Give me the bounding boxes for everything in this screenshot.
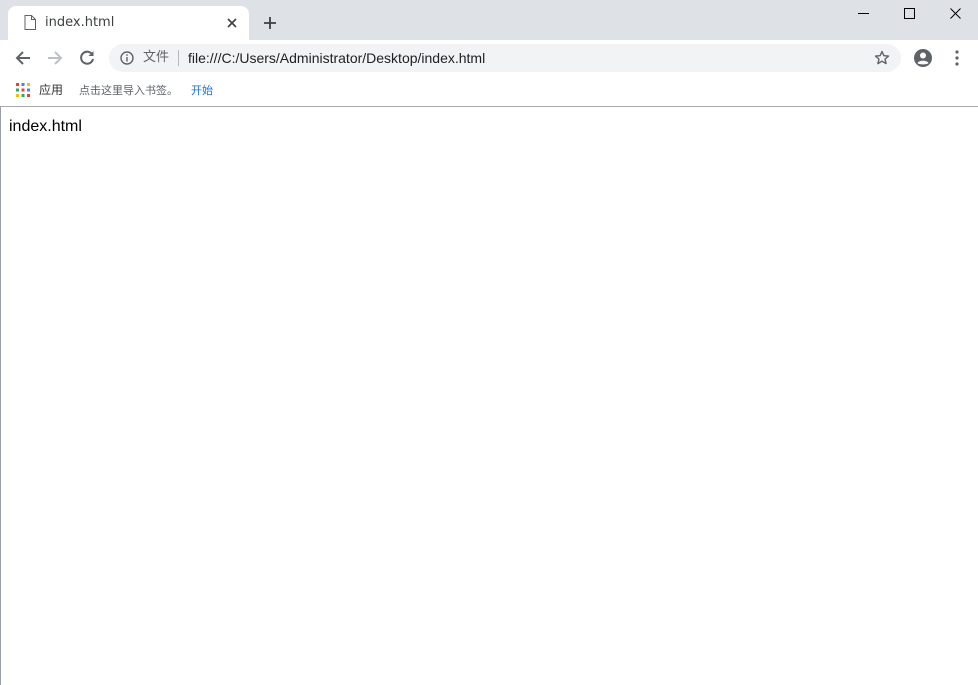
- address-bar[interactable]: 文件 file:///C:/Users/Administrator/Deskto…: [109, 44, 901, 72]
- reload-icon: [80, 50, 94, 65]
- address-divider: [178, 50, 179, 66]
- arrow-right-icon: [48, 51, 63, 65]
- import-start-link[interactable]: 开始: [191, 83, 213, 98]
- window-close-button[interactable]: [932, 0, 978, 26]
- toolbar: 文件 file:///C:/Users/Administrator/Deskto…: [0, 40, 978, 76]
- security-chip: 文件: [143, 50, 170, 65]
- tab-title: index.html: [45, 15, 115, 30]
- maximize-icon: [903, 7, 915, 19]
- browser-window: index.html 文件 file:///C:/Users/Administr…: [0, 0, 978, 685]
- import-bookmarks-hint: 点击这里导入书签。: [79, 84, 178, 97]
- forward-button[interactable]: [41, 44, 69, 72]
- star-icon: [874, 50, 890, 65]
- arrow-left-icon: [15, 51, 30, 65]
- more-vertical-icon: [955, 50, 959, 66]
- minimize-icon: [857, 12, 869, 14]
- bookmark-button[interactable]: [873, 49, 891, 67]
- account-circle-icon: [914, 49, 932, 67]
- plus-icon: [264, 17, 276, 29]
- tab-index-html[interactable]: index.html: [8, 6, 249, 40]
- tab-close-button[interactable]: [223, 14, 241, 32]
- maximize-button[interactable]: [886, 0, 932, 26]
- reload-button[interactable]: [73, 44, 101, 72]
- close-icon: [949, 7, 961, 19]
- apps-shortcut[interactable]: 应用: [39, 83, 63, 98]
- minimize-button[interactable]: [840, 0, 886, 26]
- profile-button[interactable]: [912, 47, 934, 69]
- page-viewport: index.html: [0, 107, 978, 685]
- bookmarks-bar: 应用 点击这里导入书签。 开始: [0, 76, 978, 107]
- site-info-button[interactable]: [119, 50, 135, 66]
- document-icon: [24, 15, 36, 30]
- info-icon: [120, 51, 134, 65]
- menu-button[interactable]: [947, 47, 967, 69]
- new-tab-button[interactable]: [259, 12, 281, 34]
- back-button[interactable]: [9, 44, 37, 72]
- tab-strip: index.html: [0, 0, 978, 40]
- page-body-text: index.html: [9, 118, 82, 135]
- apps-grid-icon[interactable]: [16, 83, 30, 97]
- close-icon: [227, 18, 237, 28]
- url-text[interactable]: file:///C:/Users/Administrator/Desktop/i…: [188, 50, 485, 66]
